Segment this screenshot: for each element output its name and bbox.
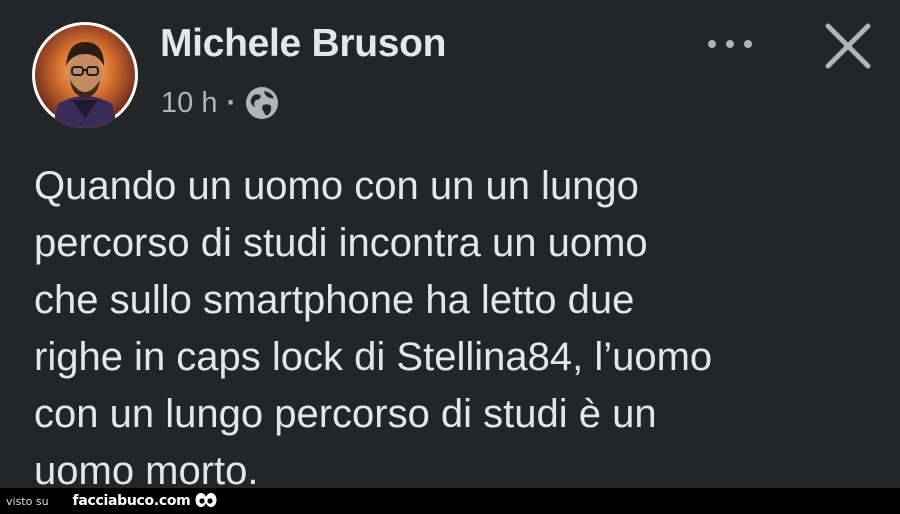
profile-photo bbox=[35, 25, 135, 128]
post-text: Quando un uomo con un un lungo percorso … bbox=[34, 164, 713, 493]
post-timestamp[interactable]: 10 h bbox=[161, 87, 217, 120]
footer-site-name[interactable]: facciabuco.com bbox=[73, 493, 191, 509]
globe-icon[interactable] bbox=[244, 85, 280, 121]
watermark-footer: visto su facciabuco.com bbox=[0, 488, 900, 514]
post-card: profile-photo Michele Bruson 10 h · Quan… bbox=[0, 0, 900, 493]
close-button[interactable] bbox=[820, 18, 876, 74]
post-meta: 10 h · bbox=[161, 84, 280, 122]
footer-prefix: visto su bbox=[6, 494, 49, 508]
eyes-icon bbox=[194, 491, 218, 511]
more-options-icon bbox=[708, 40, 752, 48]
author-avatar[interactable]: profile-photo bbox=[32, 22, 138, 128]
meta-separator: · bbox=[226, 86, 237, 119]
close-icon bbox=[825, 23, 871, 69]
author-name[interactable]: Michele Bruson bbox=[160, 22, 446, 66]
more-options-button[interactable] bbox=[700, 26, 760, 62]
